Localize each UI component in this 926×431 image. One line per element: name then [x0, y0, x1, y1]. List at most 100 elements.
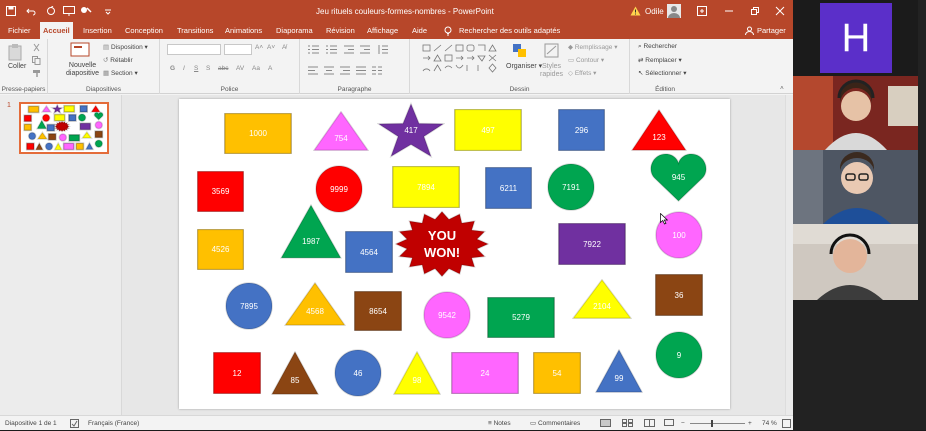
slide-shape-triangle[interactable]: 4568	[284, 282, 346, 326]
slide-shape-rect[interactable]: 12	[213, 352, 261, 394]
slide-shape-circle[interactable]: 7895	[225, 282, 273, 330]
search-box[interactable]: Rechercher des outils adaptés	[440, 22, 563, 39]
slide-shape-heart[interactable]: 945	[650, 152, 707, 202]
line-spacing-icon[interactable]	[378, 45, 388, 54]
slide-shape-rect[interactable]: 296	[558, 109, 605, 151]
clear-format-icon[interactable]: A̸	[282, 44, 286, 51]
find-button[interactable]: ⌕ Rechercher	[638, 43, 677, 51]
cut-icon[interactable]	[32, 43, 41, 52]
slide-shape-circle[interactable]: 7191	[547, 163, 595, 211]
tab-diaporama[interactable]: Diaporama	[273, 22, 316, 39]
zoom-out-icon[interactable]: −	[681, 416, 685, 431]
align-center-icon[interactable]	[324, 66, 334, 75]
shape-effects-button[interactable]: ◇ Effets ▾	[568, 69, 596, 77]
tab-fichier[interactable]: Fichier	[5, 22, 34, 39]
slide-shape-rect[interactable]: 7922	[558, 223, 626, 265]
participant-tile-avatar[interactable]: H	[793, 0, 918, 76]
slide-shape-circle[interactable]: 9542	[423, 291, 471, 339]
slide-shape-triangle[interactable]: 2104	[572, 279, 632, 319]
slide-shape-triangle[interactable]: 1987	[280, 204, 342, 259]
increase-indent-icon[interactable]	[360, 45, 370, 54]
slide-shape-rect[interactable]: 8654	[354, 291, 402, 331]
new-slide-icon[interactable]	[70, 42, 90, 58]
slide-shape-circle[interactable]: 9	[655, 331, 703, 379]
notes-button[interactable]: ≡ Notes	[488, 416, 511, 431]
slide-shape-triangle[interactable]: 123	[631, 109, 687, 151]
align-left-icon[interactable]	[308, 66, 318, 75]
user-name[interactable]: Odile	[645, 0, 664, 22]
accessibility-icon[interactable]	[70, 416, 79, 431]
slide-shape-rect[interactable]: 36	[655, 274, 703, 316]
tab-transitions[interactable]: Transitions	[174, 22, 216, 39]
slide-shape-rect[interactable]: 3569	[197, 171, 244, 212]
italic-icon[interactable]: I	[183, 65, 185, 72]
zoom-level[interactable]: 74 %	[762, 416, 777, 431]
undo-icon[interactable]	[26, 0, 36, 22]
arrange-icon[interactable]	[512, 43, 528, 58]
replace-button[interactable]: ⇄ Remplacer ▾	[638, 56, 682, 64]
reset-button[interactable]: ↺ Rétablir	[103, 56, 133, 64]
tab-revision[interactable]: Révision	[323, 22, 358, 39]
participant-tile-child-2[interactable]	[793, 150, 918, 224]
slide-shape-rect[interactable]: 54	[533, 352, 581, 394]
tab-accueil[interactable]: Accueil	[40, 22, 73, 39]
start-slideshow-icon[interactable]	[63, 0, 75, 22]
normal-view-icon[interactable]	[600, 416, 611, 431]
slide-shape-rect[interactable]: 24	[451, 352, 519, 394]
language-status[interactable]: Français (France)	[88, 416, 139, 431]
font-name-dropdown[interactable]	[167, 44, 221, 55]
copy-icon[interactable]	[32, 56, 41, 65]
shrink-font-icon[interactable]: A˅	[267, 44, 275, 51]
slide-shape-triangle[interactable]: 754	[313, 111, 369, 151]
justify-icon[interactable]	[356, 66, 366, 75]
font-color-icon[interactable]: A	[268, 65, 272, 72]
close-icon[interactable]	[775, 0, 785, 22]
zoom-in-icon[interactable]: +	[748, 416, 752, 431]
shapes-gallery[interactable]	[422, 43, 502, 75]
spacing-icon[interactable]: AV	[236, 65, 244, 72]
minimize-icon[interactable]	[724, 0, 734, 22]
paste-label[interactable]: Coller	[8, 63, 26, 71]
tab-insertion[interactable]: Insertion	[80, 22, 115, 39]
layout-button[interactable]: ▤ Disposition ▾	[103, 43, 148, 51]
zoom-slider-thumb[interactable]	[711, 420, 713, 427]
user-avatar[interactable]	[667, 0, 681, 22]
save-icon[interactable]	[6, 0, 16, 22]
slideshow-icon[interactable]	[664, 416, 674, 431]
bold-icon[interactable]: G	[170, 65, 175, 72]
share-button[interactable]: Partager	[742, 22, 789, 39]
collapse-ribbon-icon[interactable]: ˄	[780, 85, 784, 92]
grow-font-icon[interactable]: A˄	[255, 44, 263, 51]
fit-slide-icon[interactable]	[782, 416, 791, 431]
slide-shape-rect[interactable]: 4526	[197, 229, 244, 270]
bullets-icon[interactable]	[308, 45, 319, 54]
warning-icon[interactable]	[630, 0, 641, 22]
quick-styles-icon[interactable]	[544, 43, 559, 58]
align-right-icon[interactable]	[340, 66, 350, 75]
slide-shape-rect[interactable]: 7894	[392, 166, 460, 208]
slide-shape-rect[interactable]: 4564	[345, 231, 393, 273]
shape-outline-button[interactable]: ▭ Contour ▾	[568, 56, 604, 64]
decrease-indent-icon[interactable]	[344, 45, 354, 54]
slide-shape-rect[interactable]: 5279	[487, 297, 555, 338]
shadow-icon[interactable]: S	[206, 65, 210, 72]
zoom-slider[interactable]	[690, 423, 745, 424]
tab-affichage[interactable]: Affichage	[364, 22, 401, 39]
slide-canvas[interactable]: 1000 754 417 497 296 123 3569 9999 7894 6211 7191 9…	[179, 99, 730, 409]
touch-mode-icon[interactable]	[80, 0, 92, 22]
strikethrough-icon[interactable]: abc	[218, 65, 228, 72]
redo-icon[interactable]	[46, 0, 56, 22]
font-size-dropdown[interactable]	[224, 44, 252, 55]
numbering-icon[interactable]	[326, 45, 337, 54]
columns-icon[interactable]	[372, 66, 382, 75]
maximize-icon[interactable]	[750, 0, 760, 22]
ribbon-display-icon[interactable]	[697, 0, 707, 22]
format-painter-icon[interactable]	[32, 69, 41, 78]
slide-shape-triangle[interactable]: 85	[271, 351, 319, 395]
tab-aide[interactable]: Aide	[409, 22, 430, 39]
reading-view-icon[interactable]	[644, 416, 655, 431]
shape-fill-button[interactable]: ◆ Remplissage ▾	[568, 43, 617, 51]
slide-shape-triangle[interactable]: 99	[595, 349, 643, 393]
participant-tile-child-1[interactable]	[793, 76, 918, 150]
select-button[interactable]: ↖ Sélectionner ▾	[638, 69, 686, 77]
